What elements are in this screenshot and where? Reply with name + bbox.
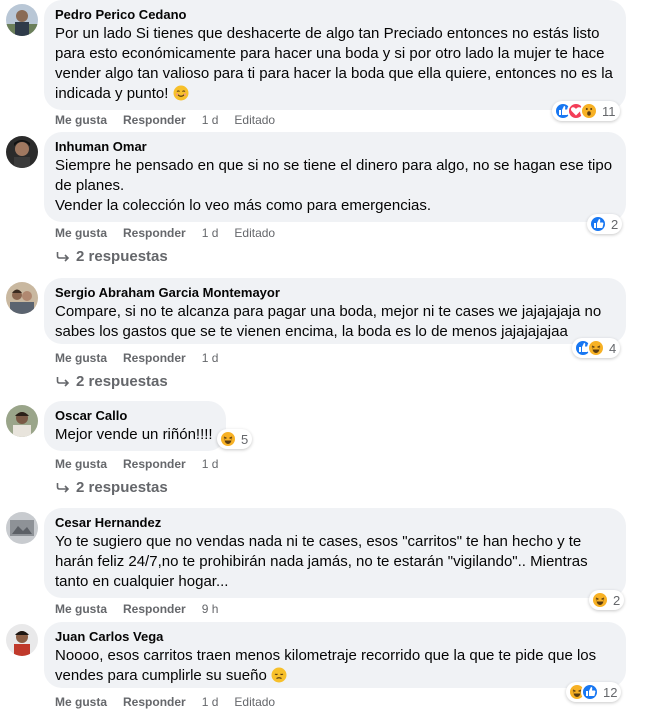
comment-text: Mejor vende un riñón!!!!	[55, 426, 213, 443]
replies-count: 2 respuestas	[76, 373, 168, 390]
replies-count: 2 respuestas	[76, 479, 168, 496]
view-replies-link[interactable]: 2 respuestas	[56, 373, 168, 390]
avatar[interactable]	[6, 624, 38, 656]
avatar[interactable]	[6, 512, 38, 544]
comment-actions: Me gusta Responder 1 d	[55, 456, 234, 472]
reaction-count: 12	[603, 684, 618, 700]
comment-actions: Me gusta Responder 1 d Editado	[55, 694, 275, 710]
avatar[interactable]	[6, 282, 38, 314]
comment-text-body: Noooo, esos carritos traen menos kilomet…	[55, 647, 597, 684]
reaction-summary[interactable]: 4	[572, 338, 621, 358]
comment-author[interactable]: Pedro Perico Cedano	[55, 7, 614, 23]
edited-label: Editado	[234, 695, 276, 709]
reply-button[interactable]: Responder	[123, 694, 186, 710]
comment-bubble: Pedro Perico Cedano Por un lado Si tiene…	[44, 0, 626, 110]
reaction-summary[interactable]: 2	[587, 214, 623, 234]
reaction-summary[interactable]: 5	[217, 429, 253, 449]
like-button[interactable]: Me gusta	[55, 456, 107, 472]
reply-arrow-icon	[56, 251, 70, 262]
reply-button[interactable]: Responder	[123, 601, 186, 617]
reaction-summary[interactable]: 12	[566, 682, 622, 702]
comment-time[interactable]: 9 h	[202, 601, 219, 617]
edited-label: Editado	[234, 226, 276, 240]
comment-text-body: Por un lado Si tienes que deshacerte de …	[55, 25, 613, 102]
comment-time[interactable]: 1 d	[202, 694, 219, 710]
wow-reaction-icon	[580, 102, 598, 120]
comment-author[interactable]: Inhuman Omar	[55, 139, 614, 155]
comment-actions: Me gusta Responder 1 d	[55, 350, 234, 366]
like-button[interactable]: Me gusta	[55, 225, 107, 241]
comment-author[interactable]: Oscar Callo	[55, 408, 214, 424]
edited-label: Editado	[234, 113, 276, 127]
comment-text: Siempre he pensado en que si no se tiene…	[55, 157, 613, 214]
comment-actions: Me gusta Responder 1 d Editado	[55, 112, 275, 128]
avatar[interactable]	[6, 405, 38, 437]
smiling-face-icon	[173, 85, 189, 107]
comment-bubble: Sergio Abraham Garcia Montemayor Compare…	[44, 278, 626, 344]
comment-time[interactable]: 1 d	[202, 456, 219, 472]
comment-time[interactable]: 1 d	[202, 225, 219, 241]
reply-button[interactable]: Responder	[123, 350, 186, 366]
reaction-count: 11	[602, 103, 616, 119]
comment-bubble: Juan Carlos Vega Noooo, esos carritos tr…	[44, 622, 626, 688]
like-button[interactable]: Me gusta	[55, 112, 107, 128]
comment-text: Compare, si no te alcanza para pagar una…	[55, 303, 602, 340]
comment-author[interactable]: Sergio Abraham Garcia Montemayor	[55, 285, 614, 301]
reaction-count: 2	[613, 592, 621, 608]
like-button[interactable]: Me gusta	[55, 601, 107, 617]
reply-arrow-icon	[56, 376, 70, 387]
haha-reaction-icon	[587, 339, 605, 357]
reply-arrow-icon	[56, 482, 70, 493]
reaction-summary[interactable]: 2	[589, 590, 625, 610]
reaction-count: 2	[611, 216, 619, 232]
avatar[interactable]	[6, 4, 38, 36]
view-replies-link[interactable]: 2 respuestas	[56, 248, 168, 265]
sad-face-icon	[271, 667, 287, 689]
comment-bubble: Inhuman Omar Siempre he pensado en que s…	[44, 132, 626, 222]
reply-button[interactable]: Responder	[123, 112, 186, 128]
reaction-summary[interactable]: 11	[552, 101, 620, 121]
comment-author[interactable]: Cesar Hernandez	[55, 515, 614, 531]
haha-reaction-icon	[219, 430, 237, 448]
comment-text: Por un lado Si tienes que deshacerte de …	[55, 24, 614, 107]
like-button[interactable]: Me gusta	[55, 694, 107, 710]
comment-text: Yo te sugiero que no vendas nada ni te c…	[55, 533, 588, 590]
reaction-count: 5	[241, 431, 249, 447]
comment-time[interactable]: 1 d	[202, 350, 219, 366]
comment-actions: Me gusta Responder 9 h	[55, 601, 234, 617]
reply-button[interactable]: Responder	[123, 456, 186, 472]
haha-reaction-icon	[591, 591, 609, 609]
replies-count: 2 respuestas	[76, 248, 168, 265]
like-reaction-icon	[589, 215, 607, 233]
like-button[interactable]: Me gusta	[55, 350, 107, 366]
view-replies-link[interactable]: 2 respuestas	[56, 479, 168, 496]
comment-text: Noooo, esos carritos traen menos kilomet…	[55, 646, 614, 689]
comment-actions: Me gusta Responder 1 d Editado	[55, 225, 275, 241]
comment-time[interactable]: 1 d	[202, 112, 219, 128]
comment-bubble: Oscar Callo Mejor vende un riñón!!!!	[44, 401, 226, 451]
reaction-count: 4	[609, 340, 617, 356]
avatar[interactable]	[6, 136, 38, 168]
comment-author[interactable]: Juan Carlos Vega	[55, 629, 614, 645]
like-reaction-icon	[581, 683, 599, 701]
reply-button[interactable]: Responder	[123, 225, 186, 241]
comment-bubble: Cesar Hernandez Yo te sugiero que no ven…	[44, 508, 626, 598]
